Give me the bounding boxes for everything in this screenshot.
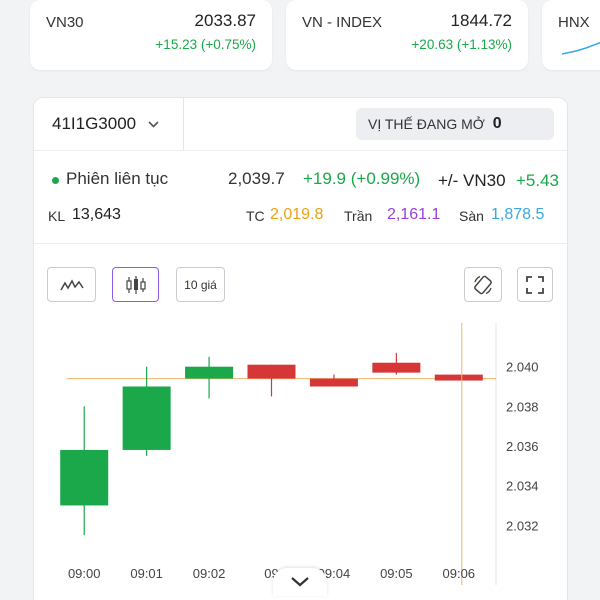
candlestick-chart-button[interactable] [112, 267, 159, 302]
candlestick-chart[interactable]: 2.032 2.034 2.036 2.038 2.040 09:00 09:01 09:02… [34, 323, 568, 593]
index-name: HNX [558, 14, 590, 31]
session-label: Phiên liên tục [66, 169, 169, 188]
index-name: VN30 [46, 14, 84, 31]
candle-body [247, 364, 296, 379]
candle-body [122, 386, 171, 450]
y-tick-label: 2.040 [506, 360, 539, 375]
volume-label: KL [48, 208, 66, 224]
index-card-hnx[interactable]: HNX [542, 0, 600, 70]
index-card-vnindex[interactable]: VN - INDEX 1844.72 +20.63 (+1.13%) [286, 0, 528, 70]
x-tick-label: 09:05 [380, 566, 413, 581]
chevron-down-icon [148, 117, 159, 131]
x-tick-label: 09:02 [193, 566, 226, 581]
chevron-down-icon [291, 577, 309, 587]
candle-body [372, 362, 421, 373]
candle-body [185, 366, 234, 379]
open-position-label: VỊ THẾ ĐANG MỞ [368, 116, 485, 132]
x-tick-label: 09:00 [68, 566, 101, 581]
y-tick-label: 2.032 [506, 518, 539, 533]
sparkline-icon [562, 41, 600, 55]
index-change: +20.63 (+1.13%) [411, 37, 512, 52]
x-tick-label: 09:01 [130, 566, 163, 581]
reference-value: 2,019.8 [270, 206, 324, 223]
index-name: VN - INDEX [302, 14, 383, 31]
session-status-icon [52, 177, 59, 184]
y-tick-label: 2.038 [506, 399, 539, 414]
y-tick-label: 2.034 [506, 479, 539, 494]
stats-row: KL 13,643 TC 2,019.8 Trần 2,161.1 Sàn 1,… [48, 206, 553, 228]
line-chart-button[interactable] [47, 267, 96, 302]
divider [34, 243, 567, 244]
volume-value: 13,643 [72, 206, 121, 223]
open-position-box[interactable]: VỊ THẾ ĐANG MỞ 0 [356, 108, 554, 140]
y-tick-label: 2.036 [506, 439, 539, 454]
index-value: 1844.72 [450, 11, 512, 30]
basis-value: +5.43 [516, 171, 560, 190]
fullscreen-icon [526, 275, 544, 294]
divider [34, 150, 567, 151]
derivative-panel: 41I1G3000 VỊ THẾ ĐANG MỞ 0 Phiên liên tụ… [33, 97, 568, 600]
open-position-value: 0 [492, 115, 502, 132]
index-value: 2033.87 [194, 11, 256, 30]
x-tick-label: 09:06 [443, 566, 476, 581]
basis-label: +/- VN30 [438, 171, 506, 190]
ceiling-value: 2,161.1 [387, 206, 441, 223]
candlestick-icon [125, 275, 146, 294]
index-card-vn30[interactable]: VN30 2033.87 +15.23 (+0.75%) [30, 0, 272, 70]
expand-button[interactable] [273, 568, 327, 596]
session-row: Phiên liên tục 2,039.7 +19.9 (+0.99%) +/… [48, 169, 559, 193]
ten-price-label: 10 giá [184, 277, 217, 292]
price-change: +19.9 (+0.99%) [303, 169, 421, 188]
contract-select[interactable]: 41I1G3000 [34, 98, 184, 150]
floor-value: 1,878.5 [491, 206, 545, 223]
candle-body [434, 374, 483, 381]
reference-label: TC [246, 208, 265, 224]
index-change: +15.23 (+0.75%) [155, 37, 256, 52]
rotate-icon [474, 275, 492, 294]
contract-code: 41I1G3000 [52, 114, 137, 133]
fullscreen-button[interactable] [517, 267, 553, 302]
candle-body [60, 449, 109, 506]
rotate-screen-button[interactable] [464, 267, 502, 302]
ten-price-button[interactable]: 10 giá [176, 267, 225, 302]
line-chart-icon [59, 278, 84, 290]
last-price: 2,039.7 [228, 169, 285, 188]
ceiling-label: Trần [344, 208, 373, 224]
floor-label: Sàn [459, 208, 484, 224]
candle-body [309, 378, 358, 387]
